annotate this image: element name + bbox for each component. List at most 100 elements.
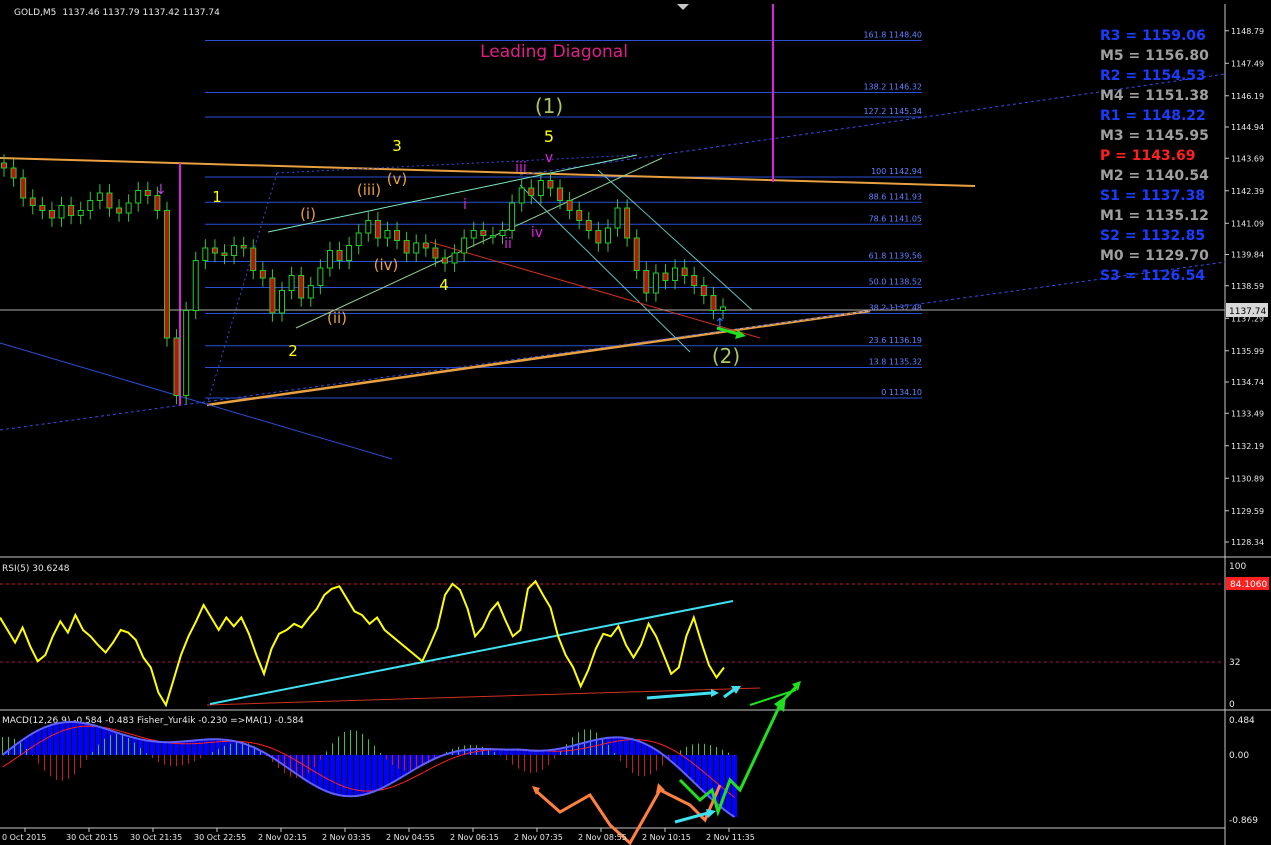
macd-bar [612,737,617,755]
wave-label: ii [504,236,512,252]
candle-body [58,205,65,219]
candle-body [489,235,496,238]
candle-body [384,230,391,239]
macd-bar [30,733,35,755]
candle-body [144,190,151,196]
candle-body [269,277,276,314]
macd-bar [690,755,695,781]
candle-body [614,207,621,229]
rsi-label: RSI(5) 30.6248 [2,564,70,574]
macd-bar [360,755,365,795]
wave-label: (1) [535,94,563,118]
candle-body [374,220,381,239]
fib-level-label: 78.6 1141.05 [869,214,922,223]
candle-body [710,295,717,311]
wave-label: (v) [387,170,408,188]
candle-body [211,247,218,254]
candle-body [106,192,113,209]
candle-body [68,205,75,216]
candle-body [566,200,573,211]
price-tick-label: 1148.79 [1231,27,1264,36]
candle-body [307,285,314,299]
candle-body [259,270,266,279]
pivot-level: S3 = 1126.54 [1100,268,1205,284]
svg-text:0.00: 0.00 [1229,751,1249,761]
candle-body [221,252,228,256]
candle-body [365,220,372,234]
candle-body [413,242,420,254]
macd-bar [150,741,155,755]
wave-label: (iv) [374,256,399,274]
chart-header: GOLD,M5 1137.46 1137.79 1137.42 1137.74 [14,8,220,18]
candle-body [298,275,305,299]
macd-bar [636,741,641,755]
svg-text:0: 0 [1229,700,1235,710]
candle-body [288,275,295,291]
candle-body [183,310,190,396]
time-tick-label: 2 Nov 03:35 [322,833,371,842]
macd-bar [204,739,209,755]
time-tick-label: 30 Oct 22:55 [194,833,246,842]
candle-body [700,285,707,296]
candle-body [355,232,362,246]
candle-body [480,230,487,236]
price-tick-label: 1128.34 [1231,538,1264,547]
macd-bar [324,755,329,792]
price-tick-label: 1142.39 [1231,187,1264,196]
current-price-tag: 1137.74 [1226,303,1268,317]
price-tick-label: 1130.89 [1231,474,1264,483]
time-tick-label: 0 Oct 2015 [2,833,46,842]
candle-body [326,250,333,269]
macd-bar [84,723,89,755]
candle-body [470,230,477,239]
macd-bar [348,755,353,797]
price-tick-label: 1129.59 [1231,507,1264,516]
wave-label: (iii) [357,181,381,199]
pivot-level: S2 = 1132.85 [1100,228,1205,244]
macd-bar [54,723,59,755]
candle-body [403,240,410,254]
pivot-level: M5 = 1156.80 [1100,48,1209,64]
wave-label: 2 [288,342,298,360]
wave-label: 3 [392,137,402,155]
macd-bar [384,755,389,786]
macd-bar [198,739,203,755]
price-tick-label: 1132.19 [1231,442,1264,451]
candle-body [87,200,94,211]
macd-bar [60,722,65,755]
macd-bar [696,755,701,787]
candle-body [547,180,554,189]
time-tick-label: 2 Nov 04:55 [386,833,435,842]
candle-body [250,247,257,271]
svg-text:-0.869: -0.869 [1229,816,1258,826]
price-tick-label: 1143.69 [1231,154,1264,163]
fib-level-label: 0 1134.10 [881,388,922,397]
candle-body [720,306,726,311]
macd-bar [330,755,335,794]
rsi-level-marker: 84.1060 [1230,580,1267,590]
macd-bar [168,742,173,755]
candle-body [1,162,7,169]
pivot-level: S1 = 1137.38 [1100,188,1205,204]
pivot-level: R2 = 1154.53 [1100,68,1206,84]
pivot-level: M2 = 1140.54 [1100,168,1209,184]
candle-body [48,210,55,219]
candle-body [163,210,170,339]
candle-body [231,245,238,256]
candle-body [279,290,286,314]
candle-body [240,245,247,249]
candle-body [422,242,429,249]
time-tick-label: 2 Nov 11:35 [706,833,755,842]
candle-body [135,190,142,204]
svg-text:0.484: 0.484 [1229,716,1255,726]
time-tick-label: 2 Nov 07:35 [514,833,563,842]
price-tick-label: 1141.09 [1231,219,1264,228]
fib-level-label: 138.2 1146.32 [863,83,922,92]
wave-label: v [545,150,553,166]
candle-body [461,237,468,254]
macd-bar [372,755,377,792]
chart-title: Leading Diagonal [480,42,628,62]
candle-body [509,202,516,231]
trading-chart[interactable]: 161.8 1148.40 138.2 1146.32 127.2 1145.34 1… [0,0,1271,845]
fib-level-label: 13.8 1135.32 [869,358,922,367]
